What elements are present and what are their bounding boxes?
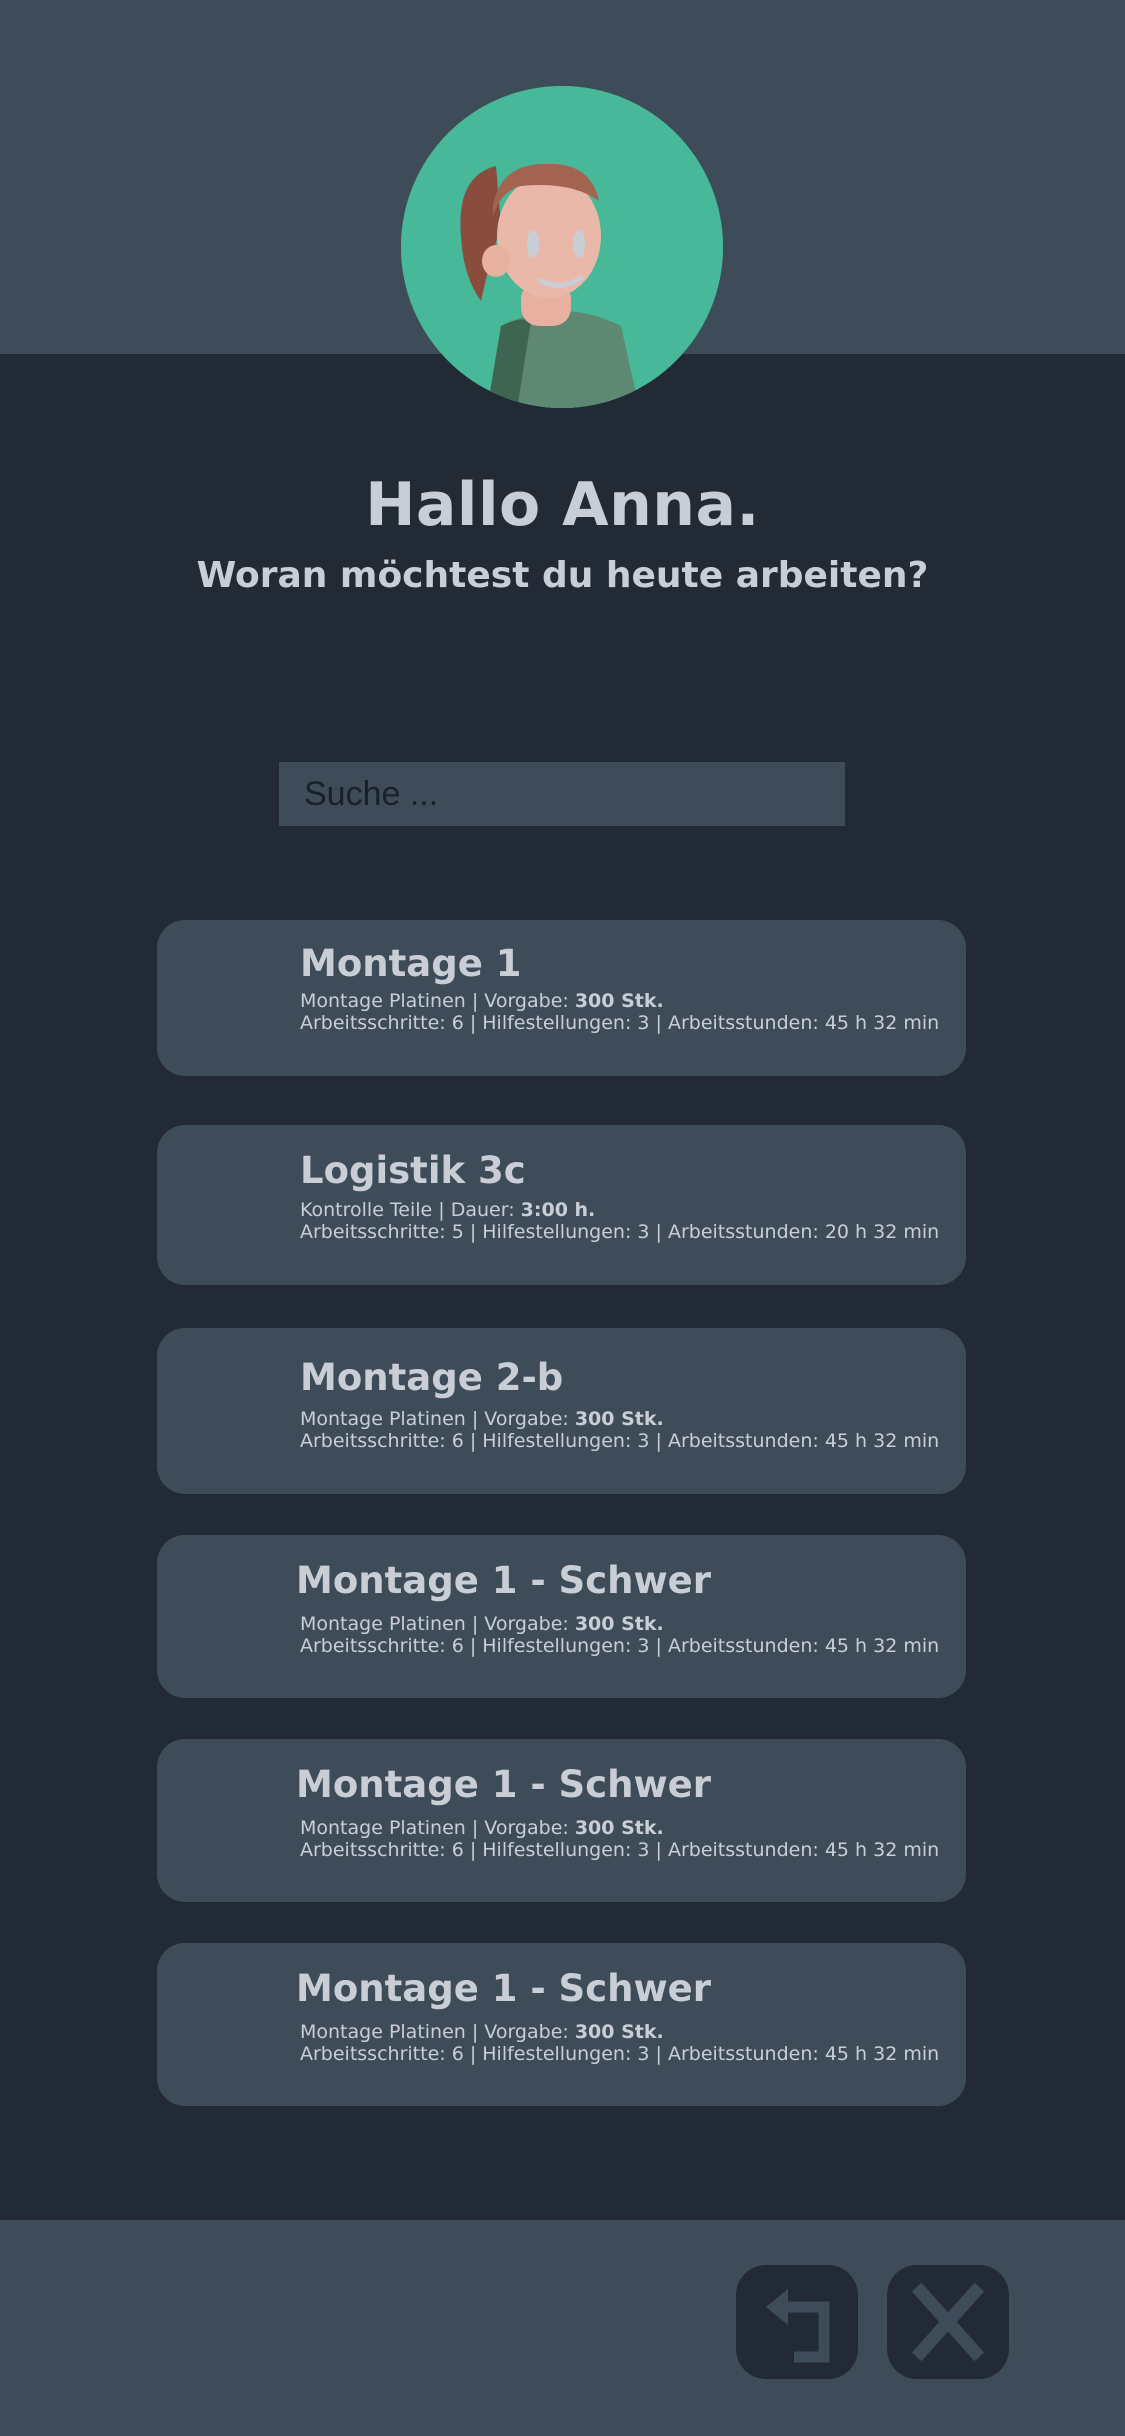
task-details: Montage Platinen | Vorgabe: 300 Stk. bbox=[300, 990, 664, 1012]
task-title: Montage 1 - Schwer bbox=[296, 1559, 712, 1602]
task-type-label: Montage Platinen | Vorgabe: bbox=[300, 1613, 575, 1635]
task-stats: Arbeitsschritte: 6 | Hilfestellungen: 3 … bbox=[300, 1430, 940, 1452]
task-stats: Arbeitsschritte: 6 | Hilfestellungen: 3 … bbox=[300, 1839, 940, 1861]
task-card[interactable]: Montage 1 - Schwer Montage Platinen | Vor… bbox=[157, 1535, 966, 1698]
task-card[interactable]: Montage 1 - Schwer Montage Platinen | Vor… bbox=[157, 1943, 966, 2106]
task-details: Montage Platinen | Vorgabe: 300 Stk. bbox=[300, 2021, 664, 2043]
task-card[interactable]: Montage 1 Montage Platinen | Vorgabe: 300… bbox=[157, 920, 966, 1076]
user-avatar bbox=[401, 86, 723, 408]
task-type-label: Montage Platinen | Vorgabe: bbox=[300, 1408, 575, 1430]
task-stats: Arbeitsschritte: 6 | Hilfestellungen: 3 … bbox=[300, 2043, 940, 2065]
task-type-label: Montage Platinen | Vorgabe: bbox=[300, 990, 575, 1012]
back-button[interactable] bbox=[736, 2265, 858, 2379]
task-type-label: Montage Platinen | Vorgabe: bbox=[300, 1817, 575, 1839]
close-button[interactable] bbox=[887, 2265, 1009, 2379]
task-target-value: 300 Stk. bbox=[574, 1613, 664, 1635]
task-card[interactable]: Logistik 3c Kontrolle Teile | Dauer: 3:00… bbox=[157, 1125, 966, 1285]
search-input[interactable] bbox=[279, 762, 845, 826]
task-stats: Arbeitsschritte: 5 | Hilfestellungen: 3 … bbox=[300, 1221, 940, 1243]
return-arrow-icon bbox=[766, 2289, 830, 2363]
task-stats: Arbeitsschritte: 6 | Hilfestellungen: 3 … bbox=[300, 1012, 940, 1034]
task-type-label: Montage Platinen | Vorgabe: bbox=[300, 2021, 575, 2043]
task-title: Montage 1 - Schwer bbox=[296, 1967, 712, 2010]
task-title: Montage 1 - Schwer bbox=[296, 1763, 712, 1806]
greeting-question: Woran möchtest du heute arbeiten? bbox=[196, 555, 929, 596]
avatar-illustration-icon bbox=[401, 86, 723, 408]
task-title: Logistik 3c bbox=[300, 1149, 526, 1192]
close-x-icon bbox=[911, 2282, 985, 2362]
task-card[interactable]: Montage 1 - Schwer Montage Platinen | Vor… bbox=[157, 1739, 966, 1902]
task-title: Montage 2-b bbox=[300, 1356, 564, 1399]
task-target-value: 300 Stk. bbox=[574, 1408, 664, 1430]
task-details: Montage Platinen | Vorgabe: 300 Stk. bbox=[300, 1408, 664, 1430]
greeting-title: Hallo Anna. bbox=[365, 470, 760, 540]
task-target-value: 3:00 h. bbox=[520, 1199, 596, 1221]
task-title: Montage 1 bbox=[300, 942, 522, 985]
task-target-value: 300 Stk. bbox=[574, 990, 664, 1012]
task-details: Montage Platinen | Vorgabe: 300 Stk. bbox=[300, 1613, 664, 1635]
task-type-label: Kontrolle Teile | Dauer: bbox=[300, 1199, 521, 1221]
task-target-value: 300 Stk. bbox=[574, 2021, 664, 2043]
task-stats: Arbeitsschritte: 6 | Hilfestellungen: 3 … bbox=[300, 1635, 940, 1657]
task-details: Kontrolle Teile | Dauer: 3:00 h. bbox=[300, 1199, 595, 1221]
task-card[interactable]: Montage 2-b Montage Platinen | Vorgabe: 3… bbox=[157, 1328, 966, 1494]
task-details: Montage Platinen | Vorgabe: 300 Stk. bbox=[300, 1817, 664, 1839]
task-target-value: 300 Stk. bbox=[574, 1817, 664, 1839]
